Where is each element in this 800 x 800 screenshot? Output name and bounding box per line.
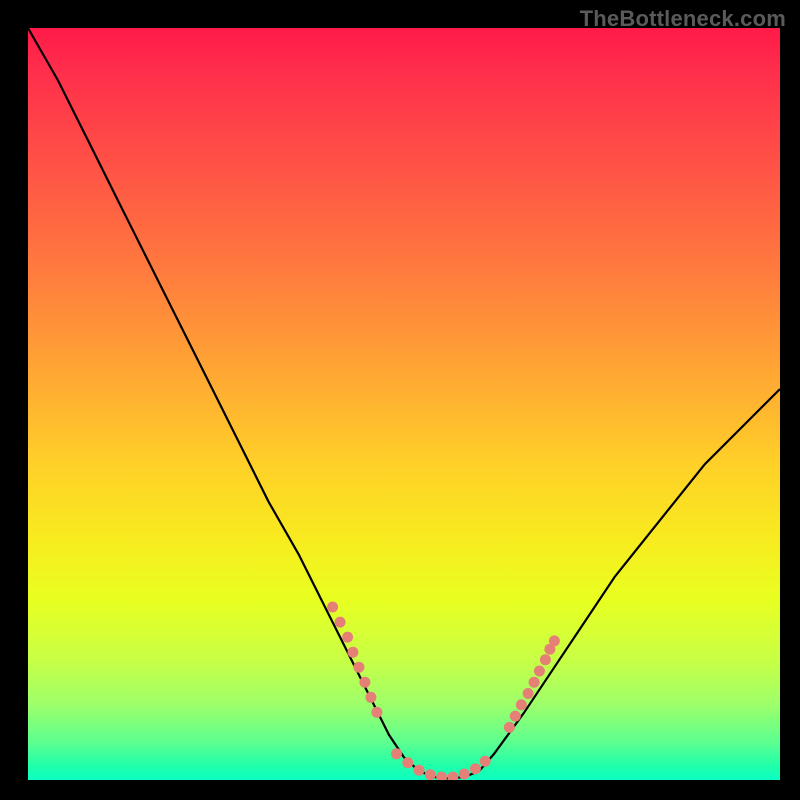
curve-dot (510, 711, 521, 722)
curve-dot (523, 688, 534, 699)
curve-dot (516, 699, 527, 710)
curve-dot (327, 602, 338, 613)
watermark-text: TheBottleneck.com (580, 6, 786, 32)
curve-dot (425, 769, 436, 780)
curve-dot (402, 757, 413, 768)
curve-dot (335, 617, 346, 628)
curve-dot (359, 677, 370, 688)
curve-dot (470, 763, 481, 774)
curve-dot (342, 632, 353, 643)
curve-dot (459, 769, 470, 780)
curve-dot (480, 756, 491, 767)
chart-plot-area (28, 28, 780, 780)
chart-dots-layer (28, 28, 780, 780)
curve-dot (391, 748, 402, 759)
curve-dot (414, 765, 425, 776)
curve-dot (549, 635, 560, 646)
curve-dot (347, 647, 358, 658)
curve-dot (436, 772, 447, 781)
curve-dot (447, 772, 458, 781)
curve-dot (540, 654, 551, 665)
curve-dot (371, 707, 382, 718)
curve-dot (353, 662, 364, 673)
curve-dot (529, 677, 540, 688)
dotted-segments-group (327, 602, 560, 781)
curve-dot (534, 666, 545, 677)
curve-dot (365, 692, 376, 703)
curve-dot (504, 722, 515, 733)
